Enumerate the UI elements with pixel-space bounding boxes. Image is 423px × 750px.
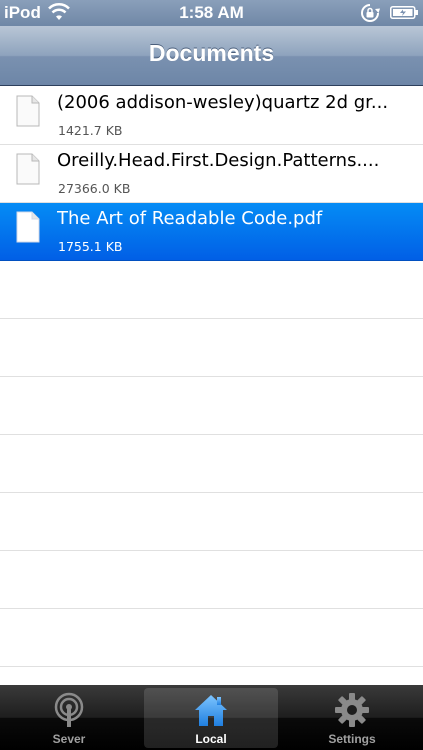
tab-label: Settings [328,732,376,746]
empty-row [0,435,423,493]
navigation-bar: Documents [0,26,423,86]
document-icon [16,95,40,127]
empty-row [0,609,423,667]
empty-row [0,377,423,435]
file-row-selected[interactable]: The Art of Readable Code.pdf 1755.1 KB [0,203,423,261]
tab-sever[interactable]: Sever [2,688,136,748]
document-icon [16,211,40,243]
file-size: 1755.1 KB [58,239,123,254]
tab-label: Local [195,732,227,746]
document-icon [16,153,40,185]
empty-row [0,493,423,551]
status-bar: iPod 1:58 AM [0,0,423,26]
rotation-lock-icon [361,4,380,22]
file-name: Oreilly.Head.First.Design.Patterns.... [57,150,380,171]
gear-icon [335,693,369,727]
battery-icon [390,6,418,19]
tab-settings[interactable]: Settings [285,688,419,748]
file-row[interactable]: Oreilly.Head.First.Design.Patterns.... 2… [0,145,423,203]
tab-local[interactable]: Local [144,688,278,748]
page-title: Documents [148,40,275,66]
empty-row [0,551,423,609]
antenna-icon [54,692,84,727]
tab-bar: Sever Local Settings [0,685,423,750]
file-size: 1421.7 KB [58,123,123,138]
file-row[interactable]: (2006 addison-wesley)quartz 2d gr... 142… [0,87,423,145]
file-size: 27366.0 KB [58,181,131,196]
empty-row [0,319,423,377]
file-name: (2006 addison-wesley)quartz 2d gr... [57,92,389,113]
empty-row [0,261,423,319]
file-list[interactable]: (2006 addison-wesley)quartz 2d gr... 142… [0,87,423,685]
file-name: The Art of Readable Code.pdf [57,208,323,229]
tab-label: Sever [52,732,86,746]
home-icon [195,695,227,726]
